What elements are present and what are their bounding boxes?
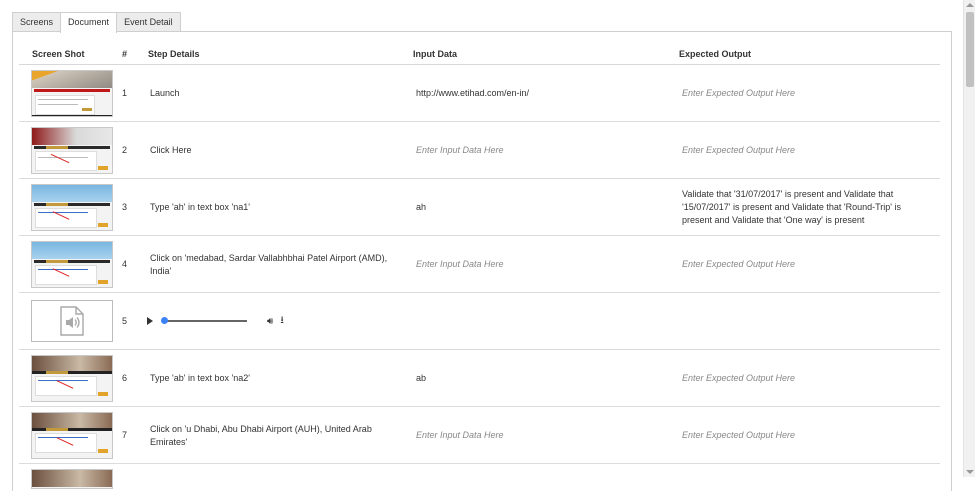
tab-bar: Screens Document Event Detail (12, 12, 181, 33)
tab-document[interactable]: Document (60, 12, 118, 33)
step-details[interactable]: Type 'ab' in text box 'na2' (150, 350, 390, 407)
header-expected-output: Expected Output (679, 49, 752, 59)
audio-file-thumbnail[interactable] (31, 300, 113, 342)
header-screenshot: Screen Shot (32, 49, 85, 59)
step-number: 5 (122, 316, 128, 326)
vertical-scrollbar[interactable] (963, 0, 975, 477)
play-icon[interactable] (147, 317, 153, 325)
step-number: 3 (122, 202, 128, 212)
table-row: 5 🔊︎ ⭳ (19, 293, 940, 350)
screenshot-thumbnail[interactable] (31, 412, 113, 459)
table-row: 1 Launch http://www.etihad.com/en-in/ En… (19, 65, 940, 122)
audio-player: 🔊︎ ⭳ (147, 314, 307, 328)
screenshot-thumbnail[interactable] (31, 127, 113, 174)
scroll-up-icon[interactable] (966, 3, 974, 7)
expected-output[interactable]: Validate that '31/07/2017' is present an… (682, 179, 912, 236)
expected-output[interactable]: Enter Expected Output Here (682, 407, 912, 464)
screenshot-thumbnail[interactable] (31, 469, 113, 489)
audio-progress-slider[interactable] (161, 317, 247, 324)
input-data[interactable]: http://www.etihad.com/en-in/ (416, 65, 666, 122)
table-header: Screen Shot # Step Details Input Data Ex… (19, 47, 940, 65)
table-row: 3 Type 'ah' in text box 'na1' ah Validat… (19, 179, 940, 236)
download-icon[interactable]: ⭳ (280, 313, 284, 330)
step-number: 7 (122, 430, 128, 440)
expected-output[interactable]: Enter Expected Output Here (682, 350, 912, 407)
expected-output[interactable]: Enter Expected Output Here (682, 65, 912, 122)
step-number: 1 (122, 88, 128, 98)
expected-output[interactable]: Enter Expected Output Here (682, 236, 912, 293)
header-number: # (122, 49, 128, 59)
screenshot-thumbnail[interactable] (31, 70, 113, 117)
input-data[interactable]: Enter Input Data Here (416, 407, 666, 464)
input-data[interactable]: Enter Input Data Here (416, 122, 666, 179)
step-number: 4 (122, 259, 128, 269)
table-row: 6 Type 'ab' in text box 'na2' ab Enter E… (19, 350, 940, 407)
table-row: 7 Click on 'u Dhabi, Abu Dhabi Airport (… (19, 407, 940, 464)
table-row (19, 464, 940, 489)
audio-progress-knob[interactable] (161, 317, 168, 324)
step-details[interactable]: Click on 'medabad, Sardar Vallabhbhai Pa… (150, 236, 390, 293)
step-number: 6 (122, 373, 128, 383)
table-row: 2 Click Here Enter Input Data Here Enter… (19, 122, 940, 179)
input-data[interactable]: Enter Input Data Here (416, 236, 666, 293)
screenshot-thumbnail[interactable] (31, 184, 113, 231)
step-number: 2 (122, 145, 128, 155)
screenshot-thumbnail[interactable] (31, 355, 113, 402)
screenshot-thumbnail[interactable] (31, 241, 113, 288)
scroll-down-icon[interactable] (966, 470, 974, 474)
scrollbar-thumb[interactable] (966, 12, 974, 87)
tab-event-detail[interactable]: Event Detail (116, 12, 181, 32)
table-row: 4 Click on 'medabad, Sardar Vallabhbhai … (19, 236, 940, 293)
input-data[interactable]: ah (416, 179, 666, 236)
input-data[interactable]: ab (416, 350, 666, 407)
step-details[interactable]: Type 'ah' in text box 'na1' (150, 179, 390, 236)
audio-file-icon (60, 306, 84, 336)
tab-screens[interactable]: Screens (12, 12, 62, 32)
step-details[interactable]: Launch (150, 65, 390, 122)
volume-icon[interactable]: 🔊︎ (267, 316, 273, 327)
step-details[interactable]: Click Here (150, 122, 390, 179)
expected-output[interactable]: Enter Expected Output Here (682, 122, 912, 179)
header-input-data: Input Data (413, 49, 457, 59)
header-step-details: Step Details (148, 49, 200, 59)
step-details[interactable]: Click on 'u Dhabi, Abu Dhabi Airport (AU… (150, 407, 390, 464)
